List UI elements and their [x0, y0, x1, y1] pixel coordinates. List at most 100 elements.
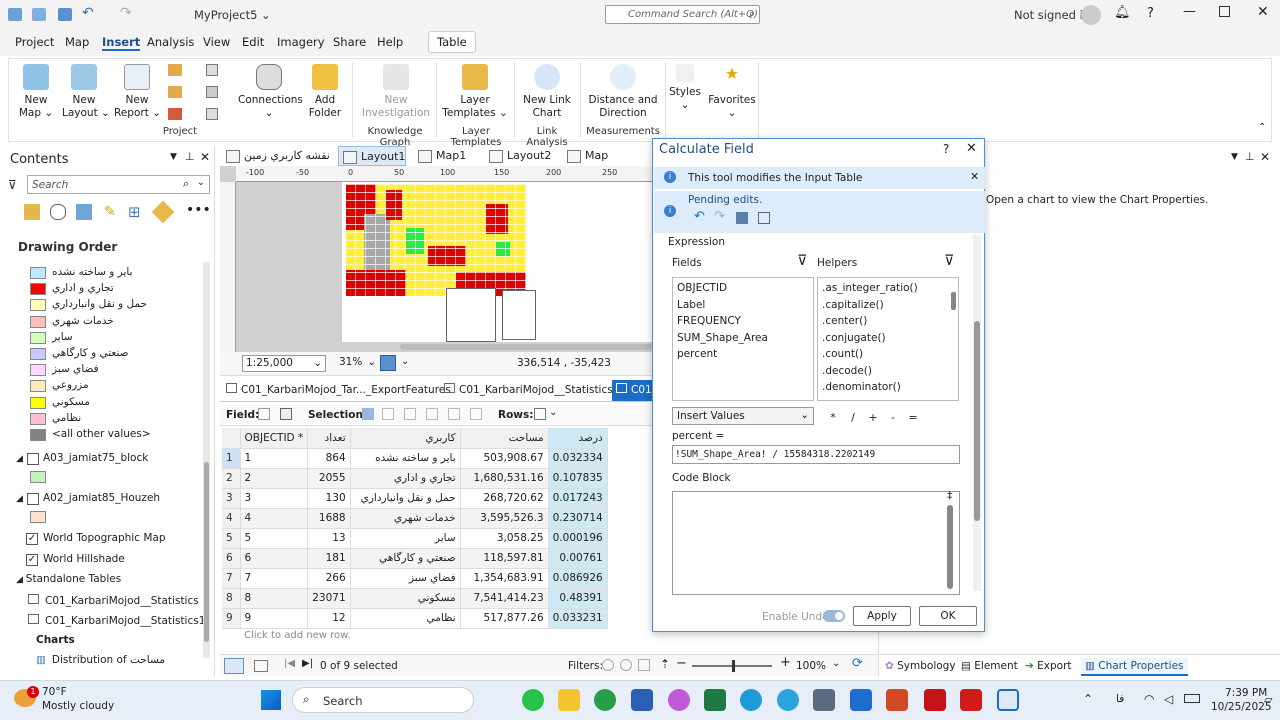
app-icons[interactable]: ↶ ↷: [8, 5, 158, 22]
tab-layout1[interactable]: Layout1: [338, 146, 407, 166]
helper-list-item[interactable]: .center(): [822, 313, 954, 330]
expand-icon[interactable]: ◢: [16, 575, 26, 585]
command-search[interactable]: Command Search (Alt+Q) ⌕: [605, 5, 760, 24]
edge-icon[interactable]: [740, 689, 762, 711]
cell[interactable]: 7: [240, 568, 309, 589]
arcgis-pro-icon[interactable]: [997, 689, 1019, 711]
excel-icon[interactable]: [704, 689, 726, 711]
table-row[interactable]: 9 9 12 نظامي 517,877.26 0.033231: [222, 608, 608, 629]
ok-button[interactable]: OK: [919, 606, 977, 626]
new-link-chart-button[interactable]: New Link Chart: [518, 64, 576, 120]
code-scrollbar[interactable]: [947, 505, 953, 589]
favorites-button[interactable]: ★ Favorites ⌄: [708, 64, 756, 120]
menu-insert[interactable]: Insert: [102, 35, 141, 51]
tab-map1[interactable]: Map1: [414, 146, 466, 166]
helper-list-item[interactable]: .count(): [822, 346, 954, 363]
tab-element[interactable]: ▤ Element: [961, 660, 1018, 672]
clock-time[interactable]: 7:39 PM: [1225, 687, 1267, 699]
cell[interactable]: 0.107835: [548, 468, 608, 489]
tab-layout2[interactable]: Layout2: [485, 146, 551, 166]
apply-button[interactable]: Apply: [853, 606, 911, 626]
fields-list[interactable]: OBJECTID Label FREQUENCY SUM_Shape_Area perc…: [672, 277, 814, 401]
source-icon[interactable]: [50, 204, 66, 220]
layer-checkbox[interactable]: [27, 493, 39, 505]
whatsapp-icon[interactable]: [522, 689, 544, 711]
cell[interactable]: 181: [307, 548, 351, 569]
cell[interactable]: سایر: [350, 528, 461, 549]
layer-checkbox[interactable]: ✓: [26, 533, 38, 545]
open-project-icon[interactable]: [8, 8, 22, 21]
cell[interactable]: 864: [307, 448, 351, 469]
helpers-list[interactable]: .as_integer_ratio() .capitalize() .center(…: [817, 277, 959, 401]
close-icon[interactable]: ✕: [966, 141, 977, 156]
add-row-hint[interactable]: Click to add new row.: [244, 630, 351, 641]
legend-item[interactable]: بایر و ساخته نشده: [30, 266, 200, 281]
cell[interactable]: 0.230714: [548, 508, 608, 529]
map-scrollbar[interactable]: [400, 344, 652, 350]
word-icon[interactable]: [631, 689, 653, 711]
operator-button[interactable]: +: [866, 411, 880, 424]
legend-item[interactable]: <all other values>: [30, 428, 200, 443]
scale-up-icon[interactable]: ⇡: [660, 657, 670, 671]
field-view-icon[interactable]: [254, 660, 268, 672]
legend-item[interactable]: سایر: [30, 331, 200, 346]
cell[interactable]: 0.086926: [548, 568, 608, 589]
pin-icon[interactable]: ⊥: [185, 150, 195, 163]
clock-date[interactable]: 10/25/2025: [1211, 701, 1272, 713]
import-icon[interactable]: [206, 108, 218, 120]
cell[interactable]: 0.017243: [548, 488, 608, 509]
calculate-field-icon[interactable]: [280, 408, 292, 420]
row-number[interactable]: 7: [222, 568, 241, 589]
small-insert-buttons[interactable]: [166, 64, 228, 122]
pane-options-icon[interactable]: ▼: [1231, 152, 1238, 162]
add-field-icon[interactable]: [258, 408, 270, 420]
menu-help[interactable]: Help: [377, 35, 403, 49]
maximize-icon[interactable]: [1219, 6, 1230, 17]
field-list-item[interactable]: SUM_Shape_Area: [677, 330, 809, 347]
chevron-down-icon[interactable]: ⌄: [832, 658, 840, 669]
cell[interactable]: 7,541,414.23: [460, 588, 549, 609]
column-header[interactable]: مساحت: [460, 428, 549, 449]
legend-item[interactable]: صنعتي و كارگاهي: [30, 347, 200, 362]
helpers-scrollbar[interactable]: [951, 292, 956, 310]
cell[interactable]: 0.033231: [548, 608, 608, 629]
bell-icon[interactable]: 🔔︎: [1114, 5, 1131, 20]
cell[interactable]: 517,877.26: [460, 608, 549, 629]
table-tab-export[interactable]: C01_KarbariMojod_Tar..._ExportFeatures: [226, 383, 451, 396]
row-number[interactable]: 4: [222, 508, 241, 529]
new-map-button[interactable]: New Map ⌄: [16, 64, 56, 120]
legend-item[interactable]: مزروعي: [30, 379, 200, 394]
layer-templates-button[interactable]: Layer Templates ⌄: [440, 64, 510, 120]
helper-list-item[interactable]: .decode(): [822, 363, 954, 380]
table-row[interactable]: 7 7 266 فضاي سبز 1,354,683.91 0.086926: [222, 568, 608, 589]
table-row[interactable]: 6 6 181 صنعتي و كارگاهي 118,597.81 0.007…: [222, 548, 608, 569]
file-explorer-icon[interactable]: [558, 689, 580, 711]
add-folder-button[interactable]: Add Folder: [304, 64, 346, 120]
clear-selection-icon[interactable]: [426, 408, 438, 420]
cell[interactable]: 5: [240, 528, 309, 549]
close-pane-icon[interactable]: ✕: [1260, 150, 1270, 164]
avatar[interactable]: [1081, 5, 1101, 25]
cell[interactable]: مسكوني: [350, 588, 461, 609]
legend-item[interactable]: تجاري و اداري: [30, 282, 200, 297]
cell[interactable]: 268,720.62: [460, 488, 549, 509]
zoom-slider[interactable]: [692, 660, 772, 672]
field-list-item[interactable]: Label: [677, 297, 809, 314]
cell[interactable]: بایر و ساخته نشده: [350, 448, 461, 469]
row-number[interactable]: 6: [222, 548, 241, 569]
cell[interactable]: 23071: [307, 588, 351, 609]
python-icon[interactable]: [168, 86, 182, 98]
layer-hillshade[interactable]: ✓ World Hillshade: [26, 553, 206, 569]
cell[interactable]: 2055: [307, 468, 351, 489]
legend-item[interactable]: مسكوني: [30, 396, 200, 411]
column-header[interactable]: تعداد: [307, 428, 351, 449]
table-tab-active[interactable]: C01_: [612, 380, 652, 401]
layout-view[interactable]: -100 -50 0 50 100 150 200 250: [220, 166, 654, 352]
select-by-attributes-icon[interactable]: [362, 408, 374, 420]
insert-values-select[interactable]: Insert Values ⌄: [672, 407, 814, 425]
connections-button[interactable]: Connections ⌄: [238, 64, 303, 120]
row-number[interactable]: 5: [222, 528, 241, 549]
project-name[interactable]: MyProject5 ⌄: [194, 8, 271, 22]
filter-icon[interactable]: ⊽: [8, 178, 17, 192]
menu-share[interactable]: Share: [333, 35, 366, 49]
